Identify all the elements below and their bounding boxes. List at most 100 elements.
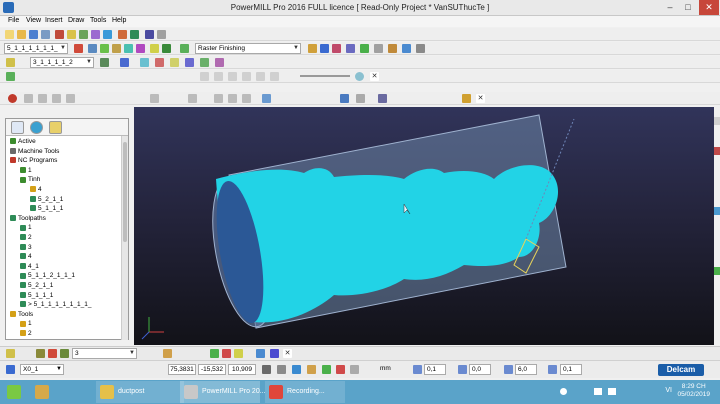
tree-item[interactable]: 3	[20, 244, 32, 252]
tree-item[interactable]: 2	[20, 234, 32, 242]
taskbar-recording-button[interactable]: Recording...	[265, 381, 345, 403]
simulation-rewind-icon[interactable]	[200, 72, 209, 81]
level-select[interactable]: 3 ▼	[72, 348, 137, 359]
new-project-icon[interactable]	[5, 30, 14, 39]
level-color-icon[interactable]	[60, 349, 69, 358]
simulation-pause-icon[interactable]	[242, 72, 251, 81]
toolpath-copy-icon[interactable]	[150, 44, 159, 53]
measure-icon[interactable]	[214, 94, 223, 103]
tree-item[interactable]: 5_1_1_1	[20, 292, 53, 300]
leads-links-icon[interactable]	[88, 44, 97, 53]
tree-item[interactable]: Active	[10, 138, 36, 146]
tree-item[interactable]: Toolpaths	[10, 215, 46, 223]
taskbar-ductpost-button[interactable]: ductpost	[96, 381, 184, 403]
toolpath-strategy-icon[interactable]	[91, 30, 100, 39]
strategy-select[interactable]: Raster Finishing ▼	[195, 43, 301, 54]
workplane-status-icon[interactable]	[6, 365, 15, 374]
tree-item[interactable]: 1	[20, 167, 32, 175]
section-icon[interactable]	[188, 94, 197, 103]
clip-icon[interactable]	[150, 94, 159, 103]
workplane-select[interactable]: X0_1 ▼	[20, 364, 64, 375]
zoom-icon[interactable]	[66, 94, 75, 103]
tool-edit-icon[interactable]	[308, 44, 317, 53]
tree-item[interactable]: 5_2_1_1	[30, 196, 63, 204]
cursor-icon[interactable]	[262, 94, 271, 103]
menu-draw[interactable]: Draw	[68, 17, 84, 24]
view-front-icon[interactable]	[215, 58, 224, 67]
tool-database-icon[interactable]	[360, 44, 369, 53]
pattern-add-icon[interactable]	[210, 349, 219, 358]
toolpath-active-icon[interactable]	[162, 44, 171, 53]
menu-insert[interactable]: Insert	[45, 17, 63, 24]
tree-item[interactable]: 5_2_1_1	[20, 282, 53, 290]
explorer-tree-tab[interactable]	[11, 121, 24, 134]
lock-icon[interactable]	[307, 365, 316, 374]
tolerance3-icon[interactable]	[504, 365, 513, 374]
boundary-icon[interactable]	[103, 30, 112, 39]
tool-new-icon[interactable]	[320, 44, 329, 53]
simulation-play-icon[interactable]	[228, 72, 237, 81]
pencil-icon[interactable]	[462, 94, 471, 103]
tree-item[interactable]: 5_1_1_1	[30, 205, 63, 213]
minimize-button[interactable]: –	[662, 0, 678, 15]
toolpath-stats-icon[interactable]	[136, 44, 145, 53]
workplane-icon[interactable]	[6, 349, 15, 358]
toolpath-verify-icon[interactable]	[124, 44, 133, 53]
grid-snap-icon[interactable]	[277, 365, 286, 374]
tolerance-icon[interactable]	[322, 365, 331, 374]
tree-item[interactable]: 4	[20, 253, 32, 261]
tolerance3-field[interactable]: 6,0	[515, 364, 537, 375]
simulation-end-icon[interactable]	[270, 72, 279, 81]
tray-language[interactable]: VI	[665, 387, 672, 394]
tool-collision-icon[interactable]	[416, 44, 425, 53]
tolerance2-field[interactable]: 0,0	[469, 364, 491, 375]
bottom-toolbar-close-icon[interactable]: ✕	[283, 349, 292, 358]
feature-icon[interactable]	[163, 349, 172, 358]
level-toggle-icon[interactable]	[48, 349, 57, 358]
shading-icon[interactable]	[155, 58, 164, 67]
simulation-close-icon[interactable]: ✕	[370, 72, 379, 81]
pattern-fill-icon[interactable]	[270, 349, 279, 358]
tool-activate-icon[interactable]	[374, 44, 383, 53]
rapid-move-icon[interactable]	[67, 30, 76, 39]
tool-icon[interactable]	[6, 58, 15, 67]
graphics-viewport[interactable]	[134, 107, 714, 345]
view-top-icon[interactable]	[200, 58, 209, 67]
pattern-icon[interactable]	[118, 30, 127, 39]
menu-tools[interactable]: Tools	[90, 17, 106, 24]
level-icon[interactable]	[36, 349, 45, 358]
maximize-button[interactable]: □	[680, 0, 696, 15]
tool-settings-icon[interactable]	[100, 58, 109, 67]
pattern-draw-icon[interactable]	[256, 349, 265, 358]
unit-icon[interactable]	[350, 365, 359, 374]
toolpath-edit-icon[interactable]	[112, 44, 121, 53]
tray-volume-icon[interactable]	[608, 388, 616, 395]
simulation-step-back-icon[interactable]	[214, 72, 223, 81]
tray-clock[interactable]: 8:29 CH 05/02/2019	[677, 383, 710, 399]
tool-save-icon[interactable]	[120, 58, 129, 67]
simulate-icon[interactable]	[145, 30, 154, 39]
tree-item[interactable]: 1	[20, 224, 32, 232]
rotate-icon[interactable]	[38, 94, 47, 103]
simulation-toolpath-icon[interactable]	[6, 72, 15, 81]
limit-icon[interactable]	[336, 365, 345, 374]
stop-icon[interactable]	[8, 94, 17, 103]
tool-shank-icon[interactable]	[402, 44, 411, 53]
tool-properties-icon[interactable]	[346, 44, 355, 53]
tree-item[interactable]: Tinh	[20, 176, 40, 184]
render-icon[interactable]	[378, 94, 387, 103]
view-shortcuts[interactable]	[714, 107, 720, 345]
close-button[interactable]: ✕	[699, 0, 719, 15]
tree-item[interactable]: Tools	[10, 311, 33, 319]
calculate-block-icon[interactable]	[55, 30, 64, 39]
options-icon[interactable]	[157, 30, 166, 39]
tolerance4-field[interactable]: 0,1	[560, 364, 582, 375]
view-toolbar-close-icon[interactable]: ✕	[476, 94, 485, 103]
explorer-help-tab[interactable]	[49, 121, 62, 134]
tolerance1-icon[interactable]	[413, 365, 422, 374]
tool-holder-icon[interactable]	[388, 44, 397, 53]
simulation-speed-slider[interactable]	[300, 75, 350, 77]
tray-network-icon[interactable]	[594, 388, 602, 395]
verify-icon[interactable]	[130, 30, 139, 39]
simulation-search-icon[interactable]	[355, 72, 364, 81]
